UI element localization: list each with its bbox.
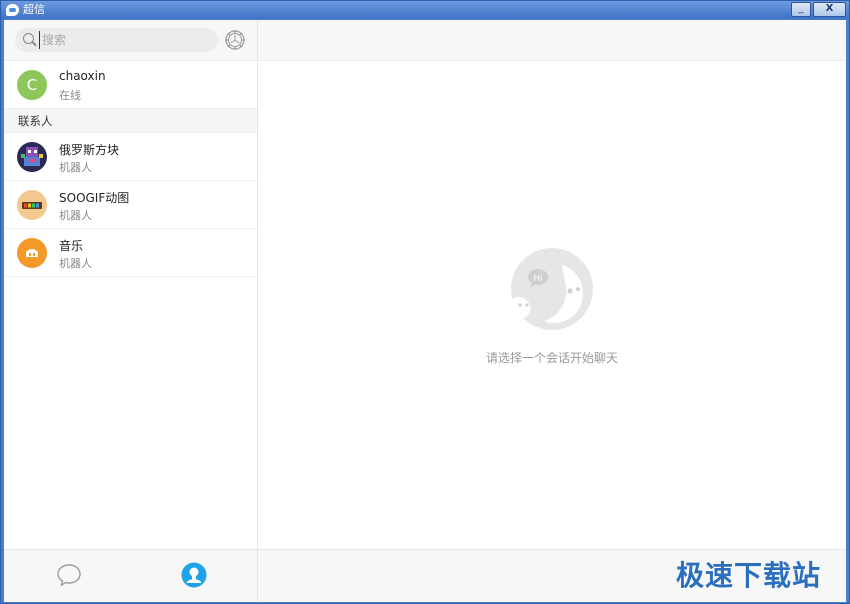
contact-item-soogif[interactable]: SOOGIF动图 机器人 bbox=[4, 181, 257, 229]
watermark-text: 极速下载站 bbox=[676, 559, 822, 592]
chat-footer: 极速下载站 bbox=[258, 549, 846, 602]
user-status: 在线 bbox=[59, 89, 81, 102]
user-avatar: C bbox=[17, 70, 47, 100]
conversation-list: C chaoxin 在线 联系人 俄罗斯方块 机器人 SOOGIF动图 机器人 … bbox=[4, 61, 257, 277]
contact-item-music[interactable]: 音乐 机器人 bbox=[4, 229, 257, 277]
search-input[interactable] bbox=[39, 31, 209, 49]
user-name: chaoxin bbox=[59, 69, 106, 83]
gear-icon[interactable] bbox=[224, 29, 246, 51]
empty-chat-hint: 请选择一个会话开始聊天 bbox=[485, 351, 618, 365]
current-user-item[interactable]: C chaoxin 在线 bbox=[4, 61, 257, 109]
empty-chat-illustration-icon: Hi bbox=[511, 248, 593, 330]
contact-subtitle: 机器人 bbox=[59, 209, 92, 222]
search-icon bbox=[23, 33, 34, 44]
soogif-avatar bbox=[17, 190, 47, 220]
title-bar[interactable]: 超信 _ X bbox=[1, 1, 849, 19]
tetris-avatar bbox=[17, 142, 47, 172]
contact-name: 俄罗斯方块 bbox=[59, 143, 120, 157]
search-box[interactable] bbox=[15, 28, 218, 52]
chat-panel: Hi 请选择一个会话开始聊天 极速下载站 bbox=[258, 20, 846, 602]
client-area: C chaoxin 在线 联系人 bbox=[4, 20, 846, 602]
chat-header bbox=[258, 20, 846, 61]
contacts-icon[interactable] bbox=[181, 562, 207, 588]
sidebar: C chaoxin 在线 联系人 bbox=[4, 20, 258, 602]
contact-subtitle: 机器人 bbox=[59, 161, 92, 174]
music-avatar bbox=[17, 238, 47, 268]
chat-bubble-icon[interactable] bbox=[56, 562, 82, 588]
contact-name: 音乐 bbox=[59, 239, 84, 253]
app-window: 超信 _ X 搜索 C chaoxin 在线 联系人 俄罗斯方块 机器人 SOO… bbox=[0, 0, 850, 604]
close-button[interactable]: X bbox=[813, 2, 846, 17]
contact-item-tetris[interactable]: 俄罗斯方块 机器人 bbox=[4, 133, 257, 181]
app-logo-icon bbox=[6, 4, 19, 16]
contact-subtitle: 机器人 bbox=[59, 257, 92, 270]
contacts-section-header: 联系人 bbox=[4, 109, 257, 133]
sidebar-footer bbox=[4, 549, 257, 602]
minimize-button[interactable]: _ bbox=[791, 2, 811, 17]
illustration-hi-text: Hi bbox=[533, 274, 542, 284]
contact-name: SOOGIF动图 bbox=[59, 191, 130, 205]
window-title: 超信 bbox=[23, 3, 45, 16]
search-bar bbox=[4, 20, 257, 61]
